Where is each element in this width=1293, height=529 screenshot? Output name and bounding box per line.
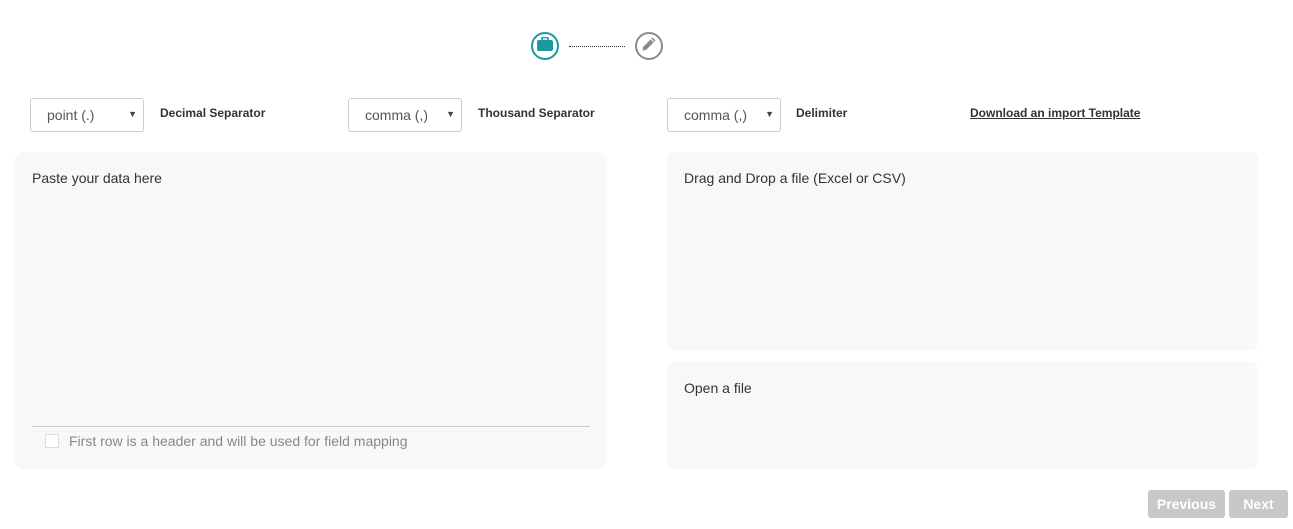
- header-row-checkbox[interactable]: [45, 434, 59, 448]
- header-row-checkbox-label[interactable]: First row is a header and will be used f…: [69, 433, 408, 449]
- file-drop-zone[interactable]: Drag and Drop a file (Excel or CSV): [667, 152, 1258, 350]
- import-stepper: [531, 32, 663, 60]
- import-page: point (.) ▼ Decimal Separator comma (,) …: [0, 0, 1293, 529]
- thousand-separator-select[interactable]: comma (,) ▼: [348, 98, 462, 132]
- open-file-text: Open a file: [684, 380, 752, 396]
- delimiter-value: comma (,): [684, 107, 747, 123]
- paste-data-area[interactable]: Paste your data here First row is a head…: [15, 152, 607, 469]
- thousand-separator-value: comma (,): [365, 107, 428, 123]
- divider: [32, 426, 590, 427]
- drop-zone-text: Drag and Drop a file (Excel or CSV): [684, 170, 906, 186]
- chevron-down-icon: ▼: [765, 109, 774, 119]
- open-file-area[interactable]: Open a file: [667, 362, 1258, 469]
- step-connector: [569, 45, 625, 47]
- previous-button[interactable]: Previous: [1148, 490, 1225, 518]
- chevron-down-icon: ▼: [128, 109, 137, 119]
- pencil-icon: [641, 36, 657, 57]
- next-button[interactable]: Next: [1229, 490, 1288, 518]
- delimiter-label: Delimiter: [796, 106, 848, 120]
- step-upload[interactable]: [531, 32, 559, 60]
- chevron-down-icon: ▼: [446, 109, 455, 119]
- decimal-separator-select[interactable]: point (.) ▼: [30, 98, 144, 132]
- paste-placeholder: Paste your data here: [32, 170, 162, 186]
- decimal-separator-label: Decimal Separator: [160, 106, 266, 120]
- decimal-separator-value: point (.): [47, 107, 95, 123]
- header-row-option: First row is a header and will be used f…: [45, 433, 408, 449]
- briefcase-icon: [537, 36, 553, 56]
- thousand-separator-label: Thousand Separator: [478, 106, 595, 120]
- delimiter-select[interactable]: comma (,) ▼: [667, 98, 781, 132]
- download-template-link[interactable]: Download an import Template: [970, 106, 1140, 120]
- step-edit[interactable]: [635, 32, 663, 60]
